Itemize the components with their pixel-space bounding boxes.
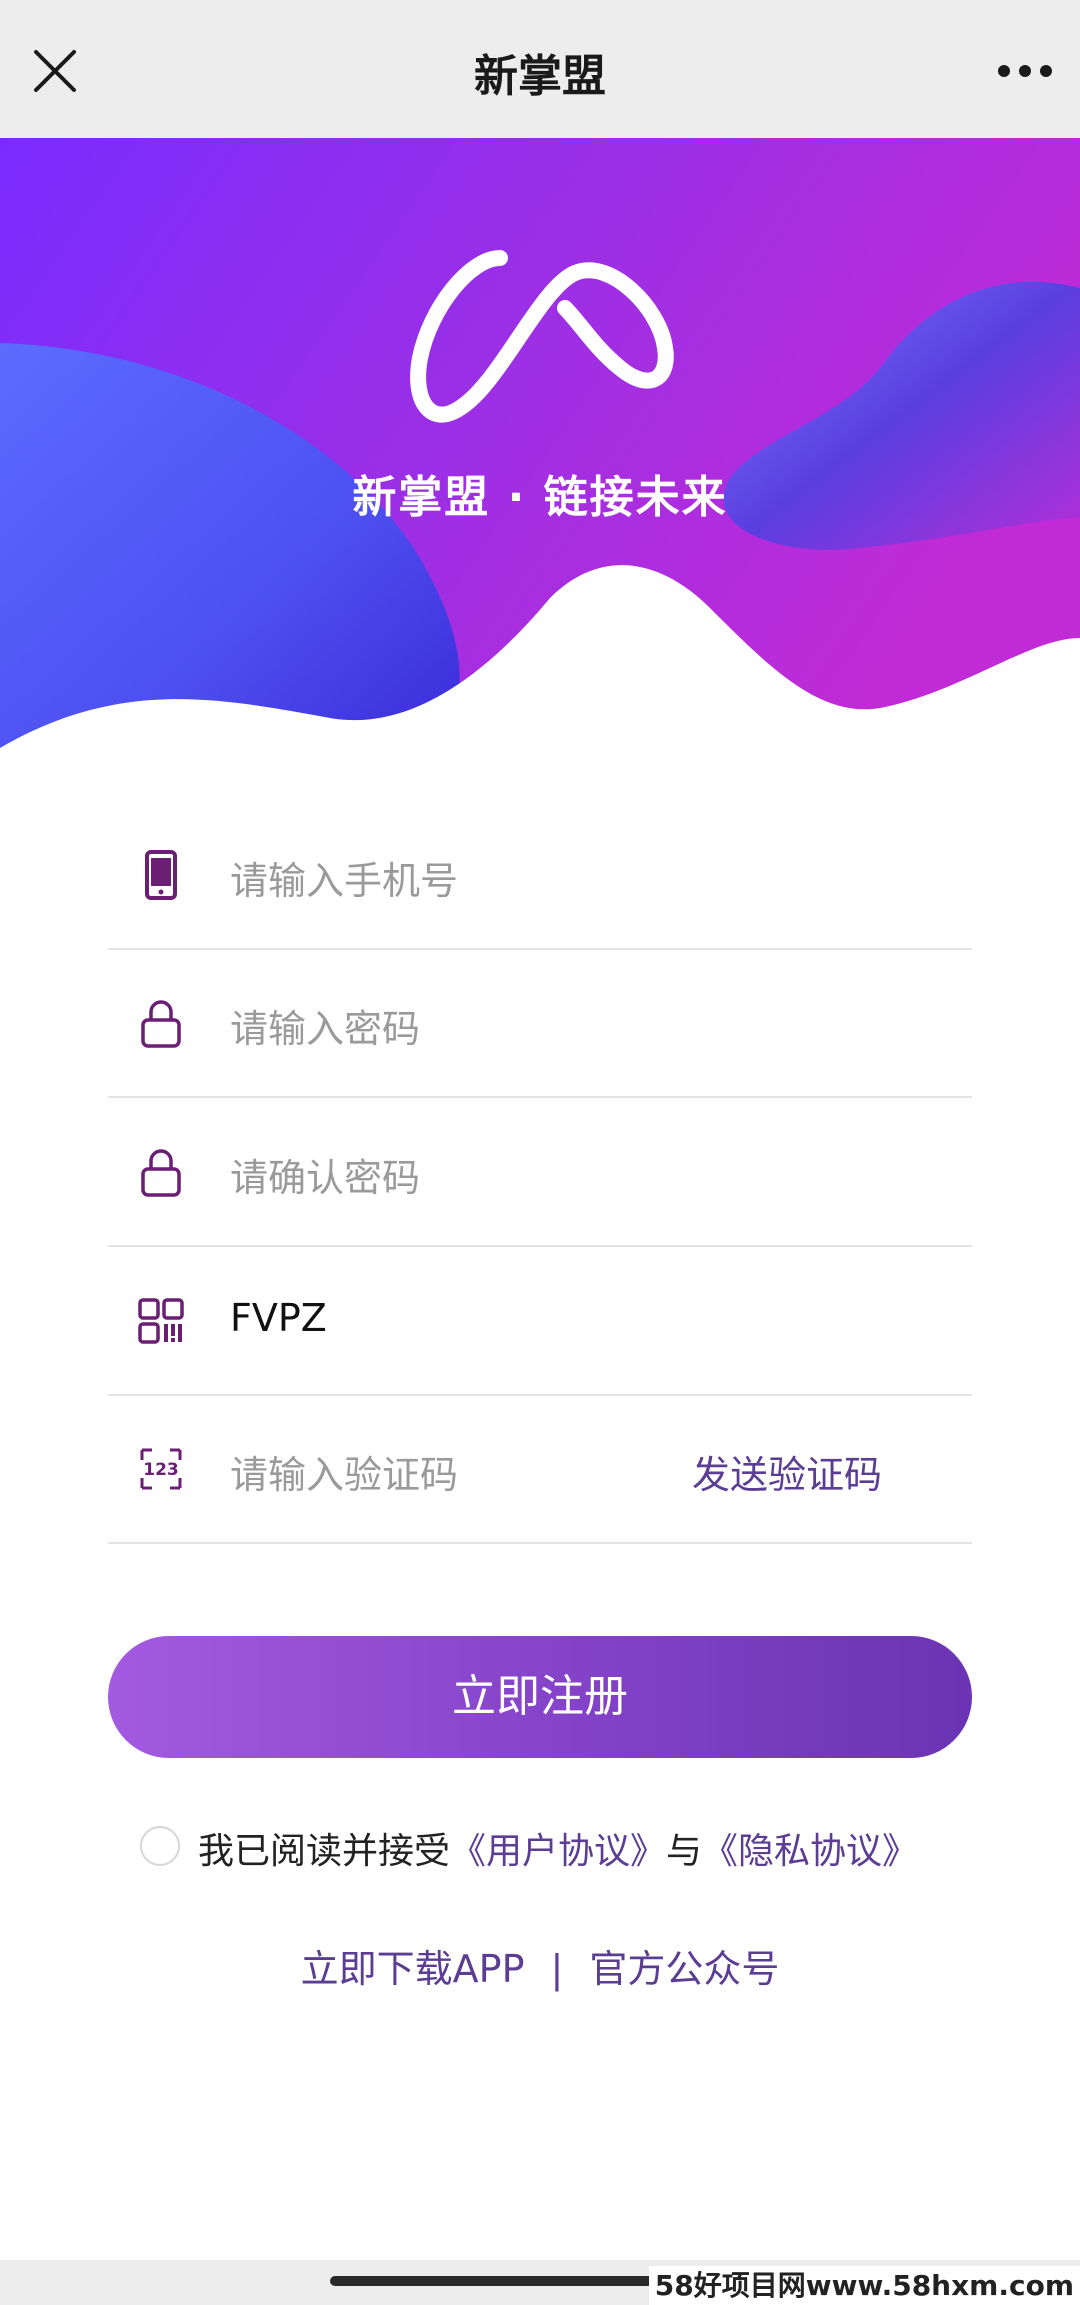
more-icon[interactable] [996, 56, 1054, 86]
agreement-text: 我已阅读并接受《用户协议》与《隐私协议》 [198, 1822, 918, 1874]
invite-code-input[interactable]: FVPZ [230, 1296, 327, 1340]
link-separator: | [550, 1947, 564, 1991]
qr-code-icon [138, 1298, 184, 1344]
footer-links: 立即下载APP | 官方公众号 [0, 1938, 1080, 1993]
privacy-policy-link[interactable]: 《隐私协议》 [702, 1831, 918, 1872]
hero-banner: 新掌盟 · 链接未来 [0, 138, 1080, 760]
password-field[interactable]: 请输入密码 [108, 948, 972, 1098]
phone-input[interactable]: 请输入手机号 [230, 850, 458, 905]
top-nav-bar: 新掌盟 [0, 0, 1080, 138]
verify-code-input[interactable]: 请输入验证码 [230, 1444, 458, 1499]
password-input[interactable]: 请输入密码 [230, 998, 420, 1053]
verify-code-field[interactable]: 123 请输入验证码 发送验证码 [108, 1394, 972, 1544]
hero-background [0, 138, 1080, 760]
register-button[interactable]: 立即注册 [108, 1636, 972, 1758]
watermark: 58好项目网www.58hxm.com [648, 2266, 1080, 2305]
number-123-icon: 123 [140, 1448, 182, 1490]
agreement-checkbox[interactable] [140, 1826, 180, 1866]
slogan: 新掌盟 · 链接未来 [352, 472, 728, 523]
phone-icon [145, 850, 177, 900]
send-code-button[interactable]: 发送验证码 [692, 1444, 882, 1499]
page-title: 新掌盟 [474, 51, 606, 102]
confirm-password-field[interactable]: 请确认密码 [108, 1097, 972, 1247]
user-agreement-link[interactable]: 《用户协议》 [450, 1831, 666, 1872]
invite-code-field[interactable]: FVPZ [108, 1246, 972, 1396]
lock-icon [141, 1149, 181, 1197]
svg-text:123: 123 [143, 1460, 179, 1480]
lock-icon [141, 1000, 181, 1048]
confirm-password-input[interactable]: 请确认密码 [230, 1147, 420, 1202]
phone-field[interactable]: 请输入手机号 [108, 800, 972, 950]
download-app-link[interactable]: 立即下载APP [301, 1947, 525, 1991]
agreement-connector: 与 [666, 1831, 703, 1872]
official-account-link[interactable]: 官方公众号 [589, 1947, 779, 1991]
agreement-prefix: 我已阅读并接受 [198, 1831, 451, 1872]
